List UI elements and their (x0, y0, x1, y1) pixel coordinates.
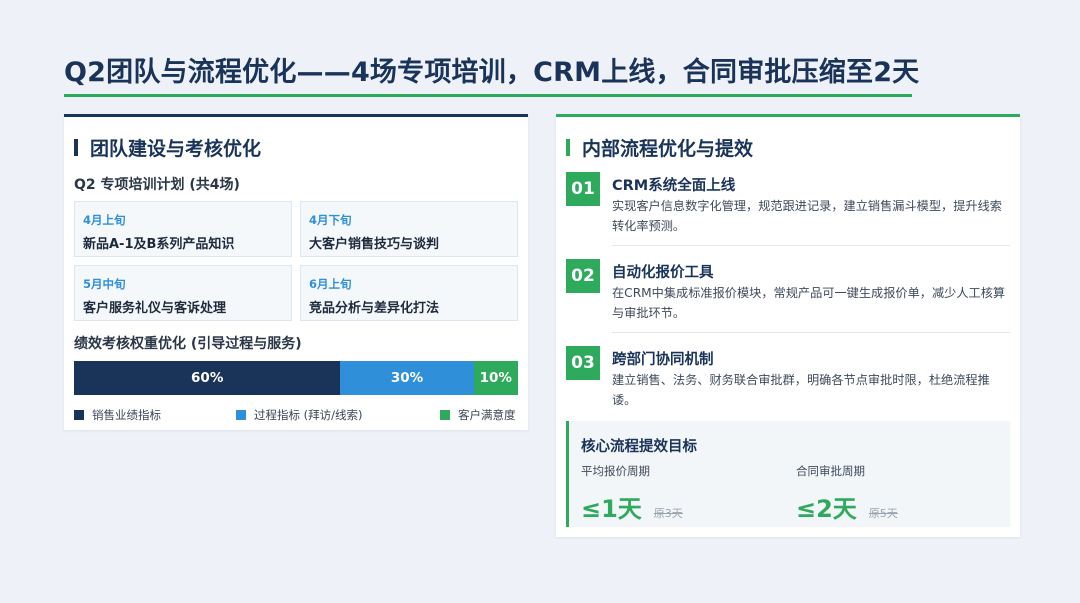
step-number-badge: 02 (566, 259, 600, 293)
step-description: 建立销售、法务、财务联合审批群，明确各节点审批时限，杜绝流程推诿。 (612, 373, 990, 407)
weight-legend: 销售业绩指标 过程指标 (拜访/线索) 客户满意度 (74, 407, 518, 423)
legend-swatch (440, 410, 450, 420)
step-divider (612, 332, 1010, 333)
goal-item: 平均报价周期 ≤1天 原3天 (581, 463, 683, 524)
weights-label: 绩效考核权重优化 (引导过程与服务) (74, 336, 302, 352)
process-optimization-card: 内部流程优化与提效 01 CRM系统全面上线 实现客户信息数字化管理，规范跟进记… (556, 114, 1020, 537)
training-item: 4月下旬 大客户销售技巧与谈判 (300, 201, 518, 257)
training-plan-label: Q2 专项培训计划 (共4场) (74, 177, 240, 193)
training-date: 4月上旬 (83, 213, 126, 227)
legend-item: 过程指标 (拜访/线索) (236, 407, 363, 423)
heading-accent-bar (566, 139, 570, 156)
step-number-badge: 03 (566, 346, 600, 380)
goals-title: 核心流程提效目标 (581, 439, 697, 455)
step-number-badge: 01 (566, 172, 600, 206)
step-divider (612, 245, 1010, 246)
core-goals-panel: 核心流程提效目标 平均报价周期 ≤1天 原3天 合同审批周期 ≤2天 原5天 (566, 421, 1010, 527)
training-topic: 大客户销售技巧与谈判 (309, 237, 440, 252)
training-item: 6月上旬 竞品分析与差异化打法 (300, 265, 518, 321)
step-title: 跨部门协同机制 (612, 352, 714, 368)
card-heading: 团队建设与考核优化 (74, 134, 261, 161)
legend-swatch (236, 410, 246, 420)
training-topic: 新品A-1及B系列产品知识 (83, 237, 235, 252)
weight-segment: 10% (473, 361, 518, 395)
goal-item: 合同审批周期 ≤2天 原5天 (796, 463, 898, 524)
goal-original-value: 原3天 (653, 507, 683, 520)
goal-original-value: 原5天 (868, 507, 898, 520)
training-topic: 客户服务礼仪与客诉处理 (83, 301, 227, 316)
training-date: 4月下旬 (309, 213, 352, 227)
goal-value: ≤2天 (796, 495, 857, 523)
step-description: 实现客户信息数字化管理，规范跟进记录，建立销售漏斗模型，提升线索转化率预测。 (612, 199, 1002, 233)
heading-accent-bar (74, 139, 78, 156)
step-description: 在CRM中集成标准报价模块，常规产品可一键生成报价单，减少人工核算与审批环节。 (612, 286, 1006, 320)
legend-label: 销售业绩指标 (92, 408, 161, 422)
legend-swatch (74, 410, 84, 420)
title-underline (64, 94, 912, 97)
weight-segment: 60% (74, 361, 341, 395)
training-date: 5月中旬 (83, 277, 126, 291)
card-heading-text: 内部流程优化与提效 (582, 138, 754, 160)
training-item: 5月中旬 客户服务礼仪与客诉处理 (74, 265, 292, 321)
weight-stacked-bar: 60% 30% 10% (74, 361, 518, 395)
goal-value: ≤1天 (581, 495, 642, 523)
weight-segment: 30% (340, 361, 474, 395)
training-topic: 竞品分析与差异化打法 (309, 301, 440, 316)
card-heading: 内部流程优化与提效 (566, 134, 753, 161)
goal-label: 平均报价周期 (581, 464, 650, 478)
legend-item: 客户满意度 (440, 407, 516, 423)
card-heading-text: 团队建设与考核优化 (90, 138, 262, 160)
step-title: 自动化报价工具 (612, 265, 714, 281)
legend-item: 销售业绩指标 (74, 407, 161, 423)
legend-label: 客户满意度 (458, 408, 516, 422)
training-date: 6月上旬 (309, 277, 352, 291)
step-title: CRM系统全面上线 (612, 178, 736, 194)
slide-title: Q2团队与流程优化——4场专项培训，CRM上线，合同审批压缩至2天 (64, 57, 920, 88)
legend-label: 过程指标 (拜访/线索) (254, 408, 363, 422)
team-building-card: 团队建设与考核优化 Q2 专项培训计划 (共4场) 4月上旬 新品A-1及B系列… (64, 114, 528, 430)
goal-label: 合同审批周期 (796, 464, 865, 478)
training-item: 4月上旬 新品A-1及B系列产品知识 (74, 201, 292, 257)
